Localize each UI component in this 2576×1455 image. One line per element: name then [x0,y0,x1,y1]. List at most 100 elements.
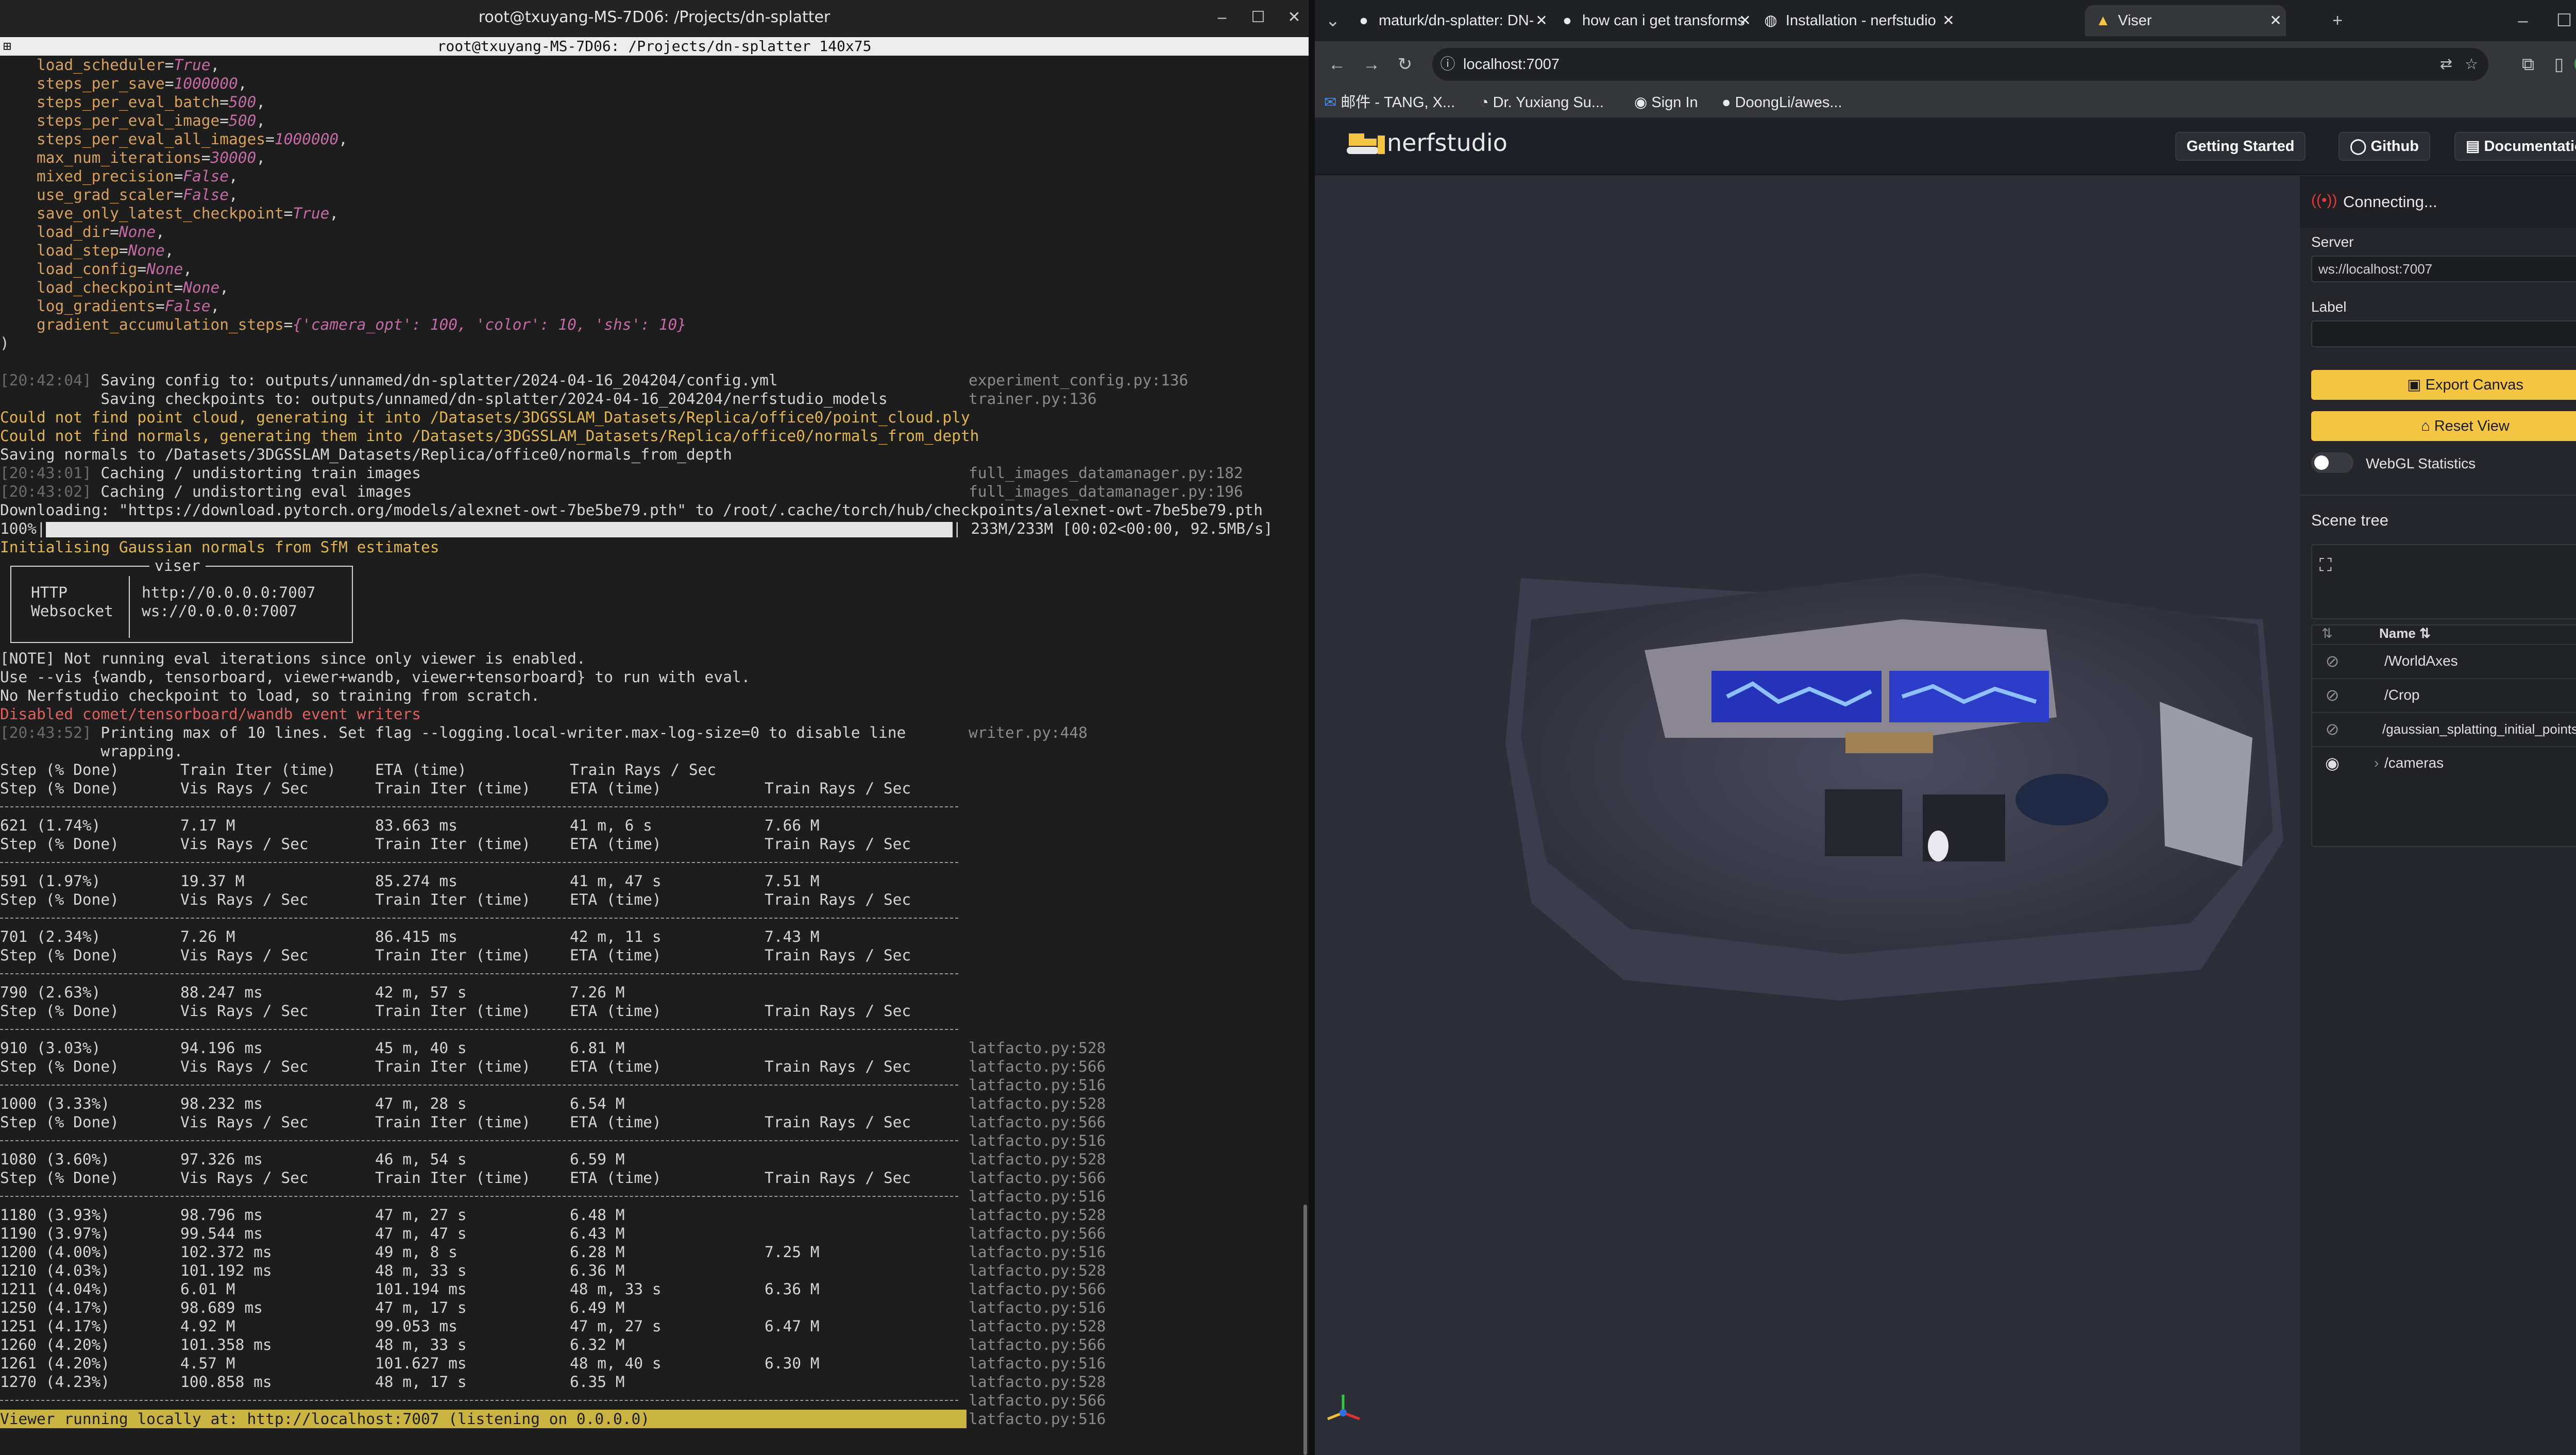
reload-icon[interactable]: ↻ [1392,52,1418,77]
tab-search-chevron-icon[interactable]: ⌄ [1320,8,1346,33]
viser-row-value[interactable]: ws://0.0.0.0:7007 [142,602,297,620]
site-info-icon[interactable]: ⓘ [1432,48,1463,81]
minimize-icon[interactable]: – [1211,6,1233,29]
reset-view-button[interactable]: ⌂ Reset View [2311,411,2576,441]
config-line: steps_per_save=1000000, [0,74,1301,93]
terminal-scrollbar-thumb[interactable] [1303,1205,1307,1455]
button-label: Reset View [2434,418,2510,434]
scene-item-worldaxes[interactable]: ⊘ /WorldAxes [2312,644,2576,678]
note-text: [NOTE] Not running eval iterations since… [0,650,586,667]
stats-cell: 6.36 M [570,1262,625,1279]
sort-icon[interactable]: ⇅ [2321,625,2333,641]
stats-cell: 98.796 ms [180,1206,263,1224]
tab-installation-nerfstudio[interactable]: ◍ Installation - nerfstudio ✕ [1763,5,1959,36]
back-icon[interactable]: ← [1324,52,1350,77]
stats-cell: 85.274 ms [375,872,457,890]
tab-dn-splatter[interactable]: ● maturk/dn-splatter: DN- ✕ [1356,5,1552,36]
equals: = [118,242,128,259]
eye-off-icon[interactable]: ⊘ [2319,713,2345,745]
scene-item-gaussian-points[interactable]: ⊘ /gaussian_splatting_initial_points [2312,712,2576,746]
bookmark-yuxiang[interactable]: ◔ Dr. Yuxiang Su... [1480,88,1604,117]
scene-item-cameras[interactable]: ◉ › /cameras [2312,746,2576,780]
stats-cell: Train Iter (time) [375,835,531,853]
eye-icon[interactable]: ◉ [2319,747,2345,779]
separator [0,862,958,863]
new-tab-icon[interactable]: + [2325,8,2350,33]
stats-cell: 7.51 M [765,872,820,890]
scene-render [1505,573,2283,1001]
axes-gizmo-icon[interactable] [1323,1387,1364,1428]
stats-cell: Vis Rays / Sec [180,1002,309,1020]
stats-cell: 6.49 M [570,1299,625,1316]
server-input[interactable]: ws://localhost:7007 [2311,256,2576,282]
bookmark-mail[interactable]: ✉ 邮件 - TANG, X... [1324,88,1455,117]
export-canvas-button[interactable]: ▣ Export Canvas [2311,370,2576,400]
tab-label: Installation - nerfstudio [1786,12,1936,29]
scene-item-crop[interactable]: ⊘ /Crop [2312,678,2576,712]
source-ref: latfacto.py:528 [969,1095,1106,1112]
stats-row: 1080 (3.60%) 97.326 ms 46 m, 54 s 6.59 M lat… [0,1150,1301,1169]
terminal-scrollbar[interactable] [1302,56,1309,1455]
progress-bar [45,521,953,537]
stats-cell: 6.43 M [570,1225,625,1242]
stats-cell: Train Iter (time) [375,1058,531,1075]
viser-icon: ▲ [2095,12,2111,29]
tab-close-icon[interactable]: ✕ [1531,5,1552,36]
source-ref: latfacto.py:528 [969,1151,1106,1168]
nerfstudio-logo[interactable]: nerfstudio [1346,129,1507,165]
connection-status-icon: ((•)) [2311,192,2337,209]
stats-cell: Train Iter (time) [375,780,531,797]
webgl-stats-toggle[interactable] [2311,452,2353,473]
tab-close-icon[interactable]: ✕ [2265,5,2286,36]
config-key: mixed_precision [37,167,174,185]
name-column-header[interactable]: Name ⇅ [2379,625,2431,641]
eye-off-icon[interactable]: ⊘ [2319,679,2345,711]
tab-transforms[interactable]: ● how can i get transforms ✕ [1560,5,1755,36]
getting-started-button[interactable]: Getting Started [2175,132,2306,161]
minimize-icon[interactable]: – [2510,8,2536,33]
terminal-menu-icon[interactable]: ⊞ [3,37,11,56]
stats-cell: 41 m, 6 s [570,817,652,834]
stats-row: 1000 (3.33%) 98.232 ms 47 m, 28 s 6.54 M lat… [0,1094,1301,1113]
config-line: load_checkpoint=None, [0,278,1301,297]
github-button[interactable]: ◯ Github [2338,132,2430,161]
forward-icon[interactable]: → [1359,52,1384,77]
note-text: Disabled comet/tensorboard/wandb event w… [0,705,421,723]
tab-close-icon[interactable]: ✕ [1938,5,1959,36]
terminal-output[interactable]: load_scheduler=True, steps_per_save=1000… [0,56,1301,1455]
webgl-stats-label: WebGL Statistics [2366,455,2476,471]
translate-icon[interactable]: ⇄ [2440,48,2452,81]
label-input[interactable] [2311,320,2576,347]
documentation-button[interactable]: ▤ Documentation [2454,132,2576,161]
equals: = [201,149,211,166]
maximize-icon[interactable]: ☐ [1247,6,1269,29]
source-ref: trainer.py:136 [969,390,1097,408]
close-icon[interactable]: ✕ [1283,6,1306,29]
config-key: steps_per_save [37,75,165,92]
logo-text: nerfstudio [1387,129,1507,157]
extensions-icon[interactable]: ⧉ [2515,52,2541,77]
bookmark-sign-in[interactable]: ◉ Sign In [1634,88,1698,117]
stats-cell: Vis Rays / Sec [180,891,309,908]
expand-icon[interactable]: ⛶ [2319,555,2332,576]
tab-close-icon[interactable]: ✕ [1735,5,1755,36]
viser-row-value[interactable]: http://0.0.0.0:7007 [142,583,315,602]
equals: = [265,130,275,148]
maximize-icon[interactable]: ☐ [2551,8,2576,33]
terminal-subtitle-bar: ⊞ root@txuyang-MS-7D06: /Projects/dn-spl… [0,37,1309,56]
config-line: load_config=None, [0,260,1301,278]
tab-viser[interactable]: ▲ Viser ✕ [2085,5,2286,36]
bookmark-doongli[interactable]: ● DoongLi/awes... [1722,88,1842,117]
3d-viewport[interactable] [1315,176,2300,1455]
expand-chevron-icon[interactable]: › [2374,747,2379,779]
stats-cell: 42 m, 57 s [375,984,467,1001]
side-panel-icon[interactable]: ▯ [2546,52,2572,77]
separator-row [0,1020,1301,1039]
eye-off-icon[interactable]: ⊘ [2319,645,2345,677]
bookmark-star-icon[interactable]: ☆ [2465,48,2478,81]
stats-cell: ETA (time) [570,1169,662,1187]
address-bar[interactable]: ⓘ localhost:7007 ⇄ ☆ [1432,48,2488,81]
